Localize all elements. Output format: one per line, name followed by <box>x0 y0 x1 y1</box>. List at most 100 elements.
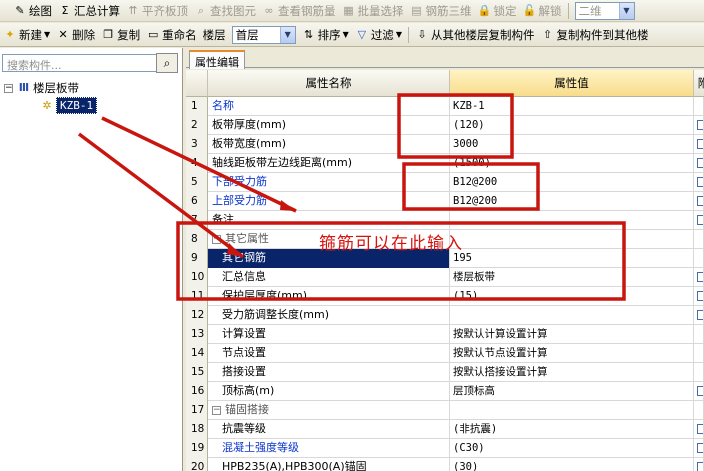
attach-checkbox[interactable] <box>697 310 703 320</box>
draw-button[interactable]: ✎ 绘图 <box>10 0 55 21</box>
table-row[interactable]: 1 名称 KZB-1 <box>186 97 704 116</box>
table-row[interactable]: 14 节点设置 按默认节点设置计算 <box>186 344 704 363</box>
floor-select[interactable]: 首层 ▼ <box>231 25 296 44</box>
rename-button[interactable]: ▭ 重命名 <box>143 23 200 46</box>
find-element-button[interactable]: ⌕ 查找图元 <box>191 0 259 21</box>
view-rebar-button[interactable]: ∞ 查看钢筋量 <box>259 0 339 21</box>
property-value[interactable]: (1500) <box>450 154 694 173</box>
align-top-button[interactable]: ⇈ 平齐板顶 <box>123 0 191 21</box>
unlock-button[interactable]: 🔓 解锁 <box>520 0 565 21</box>
table-row[interactable]: 16 顶标高(m) 层顶标高 <box>186 382 704 401</box>
table-row[interactable]: 15 搭接设置 按默认搭接设置计算 <box>186 363 704 382</box>
attach-cell <box>694 230 704 249</box>
batch-select-icon: ▦ <box>343 3 354 17</box>
attach-checkbox[interactable] <box>697 291 703 301</box>
new-icon: ✦ <box>5 27 15 41</box>
new-button[interactable]: ✦ 新建 ▼ <box>0 23 53 46</box>
property-value[interactable]: 层顶标高 <box>450 382 694 401</box>
toolbar-separator <box>567 2 569 19</box>
property-value[interactable]: KZB-1 <box>450 97 694 116</box>
table-row[interactable]: 20 HPB235(A),HPB300(A)锚固 (30) <box>186 458 704 471</box>
property-value[interactable]: B12@200 <box>450 173 694 192</box>
property-value[interactable]: B12@200 <box>450 192 694 211</box>
table-row[interactable]: 3 板带宽度(mm) 3000 <box>186 135 704 154</box>
group-label: 其它属性 <box>225 232 269 245</box>
delete-icon: ✕ <box>58 27 68 41</box>
copy-to-floor-button[interactable]: ⇧ 复制构件到其他楼 <box>537 23 651 46</box>
property-value[interactable]: 3000 <box>450 135 694 154</box>
property-value[interactable]: (120) <box>450 116 694 135</box>
property-value[interactable]: 195 <box>450 249 694 268</box>
attach-checkbox[interactable] <box>697 462 703 471</box>
search-button[interactable]: ⌕ <box>156 53 178 73</box>
attach-checkbox[interactable] <box>697 196 703 206</box>
property-value[interactable]: (C30) <box>450 439 694 458</box>
collapse-icon[interactable]: − <box>212 405 221 415</box>
copy-from-floor-icon: ⇩ <box>417 27 427 41</box>
property-value[interactable]: 按默认搭接设置计算 <box>450 363 694 382</box>
copy-icon: ❐ <box>103 27 114 41</box>
align-top-icon: ⇈ <box>128 3 138 17</box>
attach-checkbox[interactable] <box>697 443 703 453</box>
lock-button[interactable]: 🔒 锁定 <box>475 0 520 21</box>
property-value[interactable]: 按默认节点设置计算 <box>450 344 694 363</box>
property-name: 上部受力筋 <box>208 192 450 211</box>
table-row[interactable]: 10 汇总信息 楼层板带 <box>186 268 704 287</box>
row-number: 20 <box>186 458 208 471</box>
collapse-icon[interactable]: − <box>4 83 13 93</box>
property-value[interactable] <box>450 211 694 230</box>
tab-property-edit[interactable]: 属性编辑 <box>189 50 245 69</box>
search-input[interactable]: 搜索构件... <box>2 54 157 72</box>
property-name: 汇总信息 <box>208 268 450 287</box>
batch-select-button[interactable]: ▦ 批量选择 <box>339 0 407 21</box>
summary-calc-button[interactable]: Σ 汇总计算 <box>55 0 123 21</box>
attach-checkbox[interactable] <box>697 272 703 282</box>
attach-cell <box>694 97 704 116</box>
property-value[interactable]: 按默认计算设置计算 <box>450 325 694 344</box>
attach-cell <box>694 458 704 471</box>
attach-checkbox[interactable] <box>697 386 703 396</box>
attach-checkbox[interactable] <box>697 158 703 168</box>
row-number: 18 <box>186 420 208 439</box>
tree-item-kzb-1[interactable]: ✲ KZB-1 <box>40 97 98 114</box>
property-value[interactable]: 楼层板带 <box>450 268 694 287</box>
table-row[interactable]: 13 计算设置 按默认计算设置计算 <box>186 325 704 344</box>
copy-from-floor-button[interactable]: ⇩ 从其他楼层复制构件 <box>412 23 538 46</box>
sort-button[interactable]: ⇅ 排序 ▼ <box>299 23 352 46</box>
property-value[interactable] <box>450 306 694 325</box>
property-value[interactable] <box>450 230 694 249</box>
table-row[interactable]: 5 下部受力筋 B12@200 <box>186 173 704 192</box>
attach-checkbox[interactable] <box>697 177 703 187</box>
row-number: 12 <box>186 306 208 325</box>
attach-cell <box>694 173 704 192</box>
filter-icon: ▽ <box>357 27 367 41</box>
delete-button[interactable]: ✕ 删除 <box>53 23 98 46</box>
table-row[interactable]: 18 抗震等级 (非抗震) <box>186 420 704 439</box>
view-mode-select[interactable]: 二维 ▼ <box>574 1 635 20</box>
collapse-icon[interactable]: − <box>212 234 221 244</box>
table-row[interactable]: 11 保护层厚度(mm) (15) <box>186 287 704 306</box>
attach-checkbox[interactable] <box>697 215 703 225</box>
attach-cell <box>694 325 704 344</box>
table-row[interactable]: 12 受力筋调整长度(mm) <box>186 306 704 325</box>
property-value[interactable]: (30) <box>450 458 694 471</box>
table-row[interactable]: 4 轴线距板带左边线距离(mm) (1500) <box>186 154 704 173</box>
copy-button[interactable]: ❐ 复制 <box>98 23 143 46</box>
attach-checkbox[interactable] <box>697 424 703 434</box>
sort-icon: ⇅ <box>304 27 314 41</box>
attach-checkbox[interactable] <box>697 120 703 130</box>
table-row[interactable]: 2 板带厚度(mm) (120) <box>186 116 704 135</box>
table-row[interactable]: 17− 锚固搭接 <box>186 401 704 420</box>
table-row[interactable]: 6 上部受力筋 B12@200 <box>186 192 704 211</box>
rebar-3d-button[interactable]: ▤ 钢筋三维 <box>407 0 475 21</box>
row-number: 8 <box>186 230 208 249</box>
property-value[interactable] <box>450 401 694 420</box>
table-row[interactable]: 7 备注 <box>186 211 704 230</box>
column-header-attach: 附 <box>694 70 704 97</box>
table-row[interactable]: 19 混凝土强度等级 (C30) <box>186 439 704 458</box>
property-value[interactable]: (15) <box>450 287 694 306</box>
property-value[interactable]: (非抗震) <box>450 420 694 439</box>
attach-checkbox[interactable] <box>697 139 703 149</box>
tree-item-floor-slab-band[interactable]: − Ⅲ 楼层板带 <box>4 80 79 96</box>
filter-button[interactable]: ▽ 过滤 ▼ <box>352 23 405 46</box>
